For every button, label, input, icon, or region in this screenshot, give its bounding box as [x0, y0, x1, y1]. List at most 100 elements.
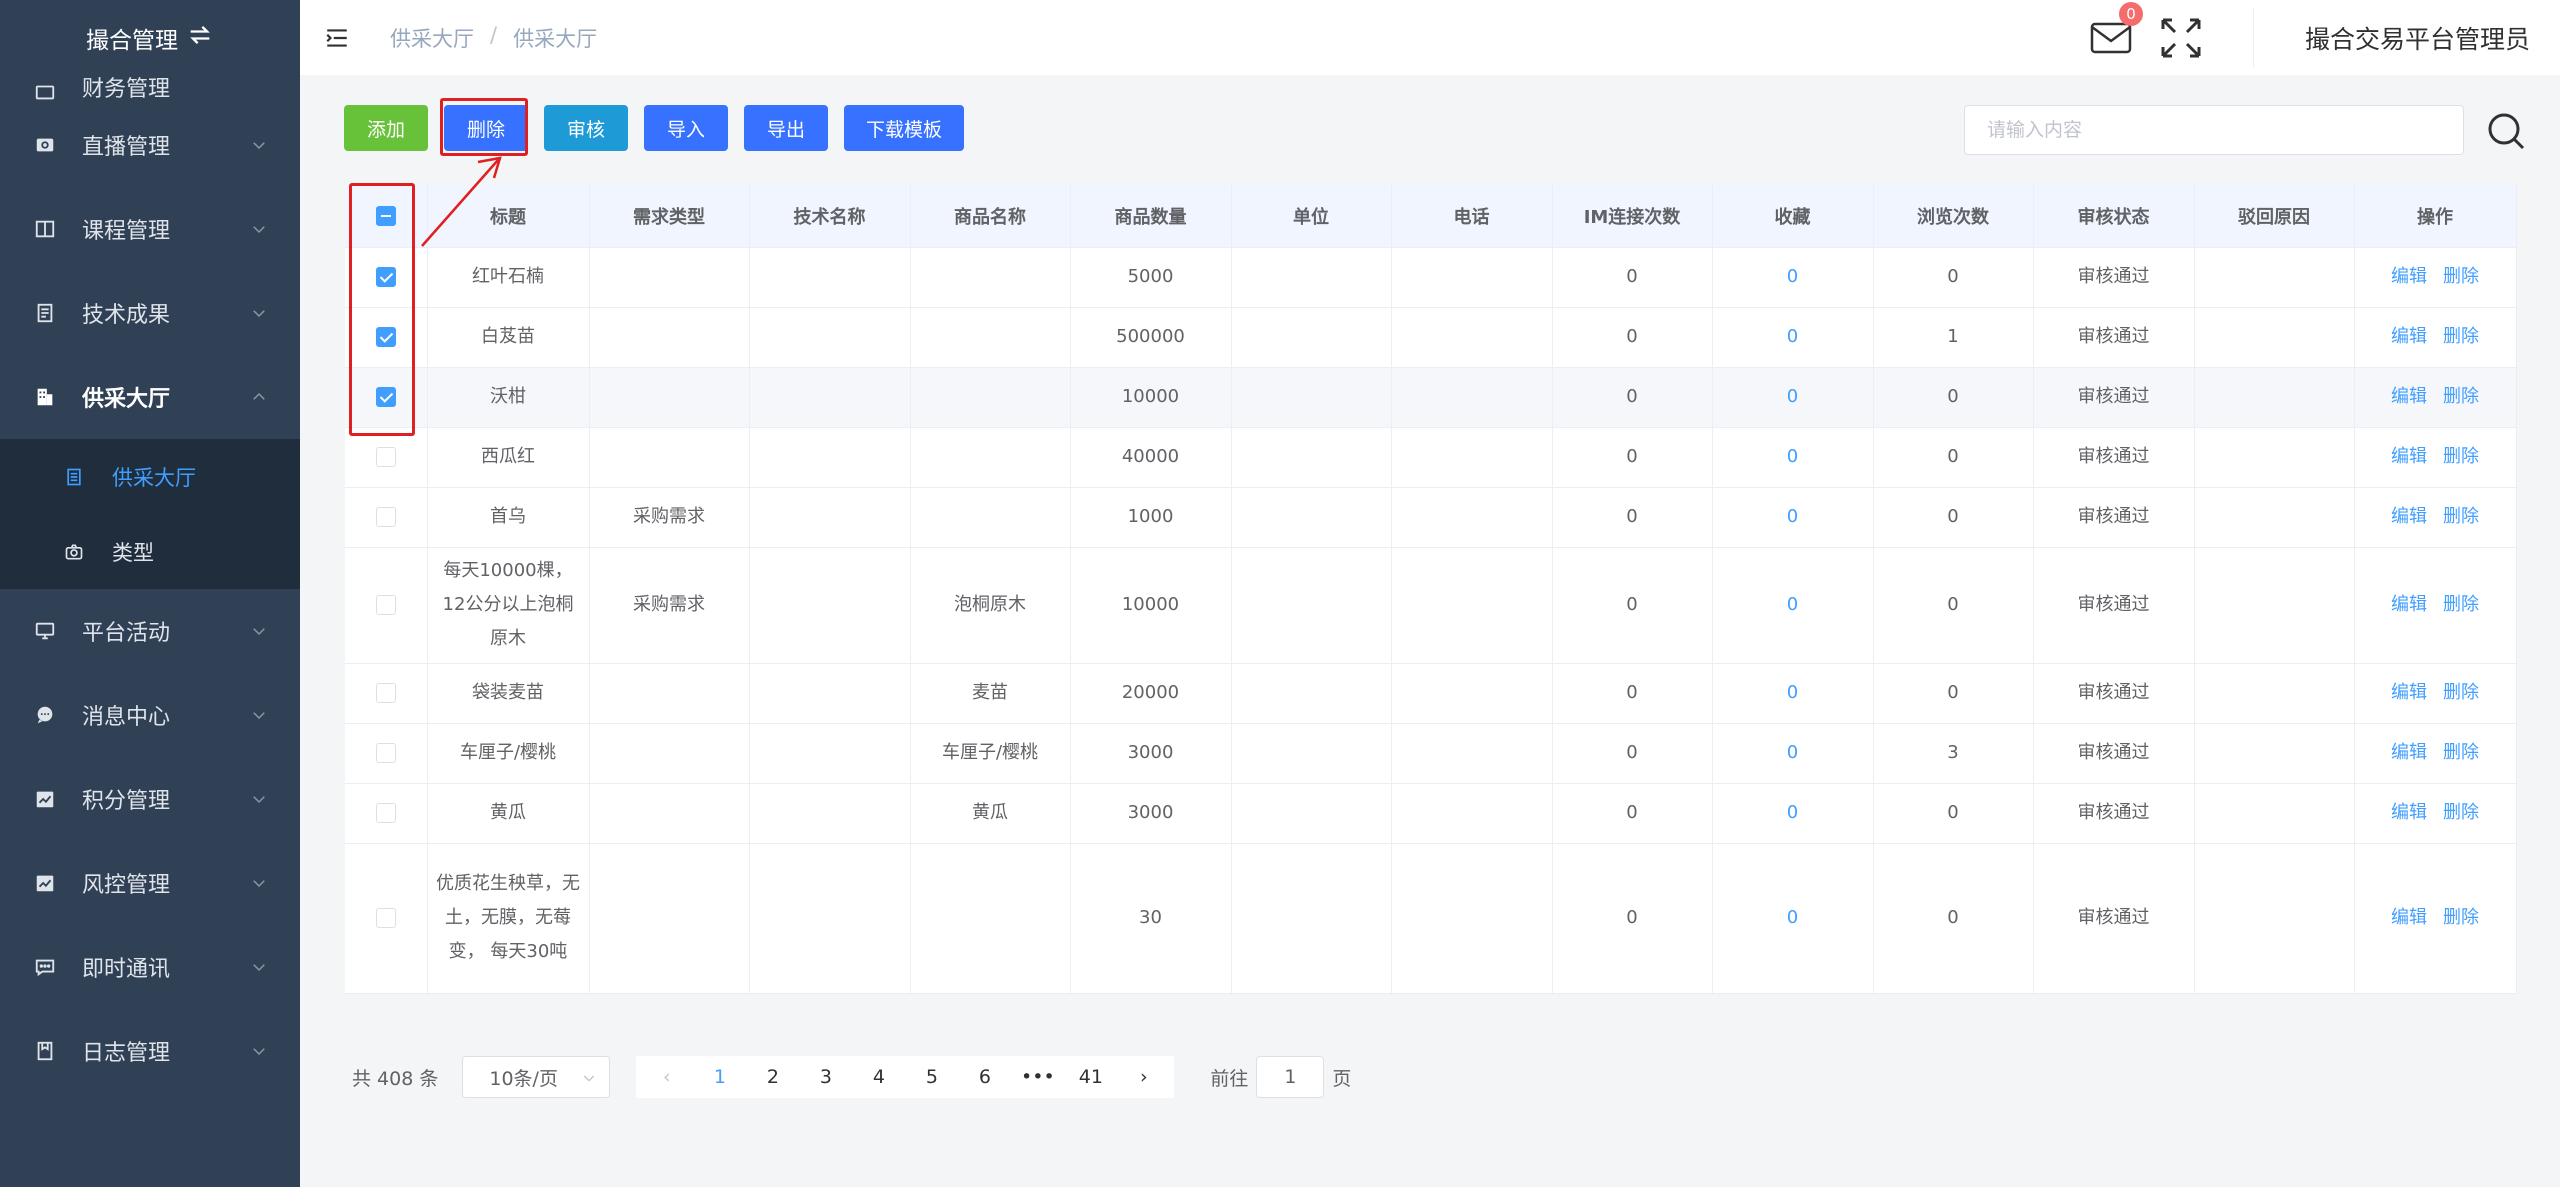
cell-fav[interactable]: 0 [1712, 843, 1874, 994]
next-page-icon[interactable]: › [1117, 1066, 1170, 1088]
delete-link[interactable]: 删除 [2443, 326, 2479, 347]
goto-page-input[interactable] [1256, 1056, 1325, 1098]
sidebar-item-supply-hall[interactable]: 供采大厅 [0, 355, 300, 439]
sidebar-item-im[interactable]: 即时通讯 [0, 925, 300, 1009]
table-row[interactable]: 黄瓜 黄瓜 3000 0 0 0 审核通过 编辑 删除 [345, 783, 2517, 844]
switch-icon[interactable] [186, 21, 214, 55]
edit-link[interactable]: 编辑 [2391, 802, 2427, 823]
cell-status: 审核通过 [2033, 783, 2195, 844]
breadcrumb-item[interactable]: 供采大厅 [390, 23, 474, 53]
cell-fav[interactable]: 0 [1712, 367, 1874, 428]
cell-fav[interactable]: 0 [1712, 663, 1874, 724]
page-number[interactable]: 41 [1064, 1066, 1117, 1088]
submenu-item-supply-hall[interactable]: 供采大厅 [0, 439, 300, 514]
cell-qty: 3000 [1070, 783, 1232, 844]
cell-fav[interactable]: 0 [1712, 783, 1874, 844]
table-row[interactable]: 白芨苗 500000 0 0 1 审核通过 编辑 删除 [345, 307, 2517, 368]
edit-link[interactable]: 编辑 [2391, 682, 2427, 703]
sidebar-item-label: 日志管理 [82, 1041, 171, 1066]
cell-fav[interactable]: 0 [1712, 487, 1874, 548]
page-number[interactable]: 2 [746, 1066, 799, 1088]
table-row[interactable]: 首乌 采购需求 1000 0 0 0 审核通过 编辑 删除 [345, 487, 2517, 548]
row-select-cell [345, 547, 428, 664]
mail-button[interactable]: 0 [2089, 1, 2143, 58]
delete-link[interactable]: 删除 [2443, 386, 2479, 407]
admin-name[interactable]: 撮合交易平台管理员 [2305, 20, 2530, 56]
delete-link[interactable]: 删除 [2443, 506, 2479, 527]
download-template-button[interactable]: 下载模板 [844, 105, 964, 151]
edit-link[interactable]: 编辑 [2391, 506, 2427, 527]
hamburger-icon[interactable] [324, 25, 350, 51]
cell-fav[interactable]: 0 [1712, 723, 1874, 784]
delete-link[interactable]: 删除 [2443, 907, 2479, 928]
search-icon[interactable] [2486, 111, 2526, 151]
edit-link[interactable]: 编辑 [2391, 266, 2427, 287]
cell-fav[interactable]: 0 [1712, 307, 1874, 368]
edit-link[interactable]: 编辑 [2391, 742, 2427, 763]
fullscreen-icon[interactable] [2159, 16, 2203, 60]
sidebar-item-tech[interactable]: 技术成果 [0, 271, 300, 355]
row-checkbox[interactable] [375, 743, 396, 763]
table-row[interactable]: 西瓜红 40000 0 0 0 审核通过 编辑 删除 [345, 427, 2517, 488]
edit-link[interactable]: 编辑 [2391, 907, 2427, 928]
row-checkbox[interactable] [375, 507, 396, 527]
delete-link[interactable]: 删除 [2443, 802, 2479, 823]
more-pages[interactable]: ••• [1011, 1066, 1064, 1088]
page-size-select[interactable]: 10条/页 [462, 1056, 611, 1098]
cell-demand [589, 307, 750, 368]
edit-link[interactable]: 编辑 [2391, 446, 2427, 467]
delete-link[interactable]: 删除 [2443, 266, 2479, 287]
cell-title: 每天10000棵，12公分以上泡桐原木 [427, 547, 590, 664]
edit-link[interactable]: 编辑 [2391, 386, 2427, 407]
edit-link[interactable]: 编辑 [2391, 594, 2427, 615]
row-checkbox[interactable] [375, 908, 396, 928]
table-row[interactable]: 优质花生秧草，无土，无膜，无莓变， 每天30吨 30 0 0 0 审核通过 编辑 删除 [345, 843, 2517, 994]
table-row[interactable]: 红叶石楠 5000 0 0 0 审核通过 编辑 删除 [345, 247, 2517, 308]
audit-button[interactable]: 审核 [544, 105, 628, 151]
table-row[interactable]: 沃柑 10000 0 0 0 审核通过 编辑 删除 [345, 367, 2517, 428]
row-checkbox[interactable] [375, 447, 396, 467]
cell-fav[interactable]: 0 [1712, 247, 1874, 308]
row-checkbox[interactable] [375, 595, 396, 615]
sidebar-item-course[interactable]: 课程管理 [0, 187, 300, 271]
avatar[interactable] [2252, 7, 2293, 68]
sidebar-item-points[interactable]: 积分管理 [0, 757, 300, 841]
table-row[interactable]: 车厘子/樱桃 车厘子/樱桃 3000 0 0 3 审核通过 编辑 删除 [345, 723, 2517, 784]
column-header: 电话 [1391, 185, 1553, 248]
search-input[interactable] [1964, 105, 2464, 155]
sidebar-item-activity[interactable]: 平台活动 [0, 589, 300, 673]
cell-demand [589, 247, 750, 308]
page-number[interactable]: 6 [958, 1066, 1011, 1088]
building-icon [34, 386, 56, 408]
table-row[interactable]: 袋装麦苗 麦苗 20000 0 0 0 审核通过 编辑 删除 [345, 663, 2517, 724]
edit-link[interactable]: 编辑 [2391, 326, 2427, 347]
cell-status: 审核通过 [2033, 367, 2195, 428]
sidebar-item-finance[interactable]: 财务管理 [0, 55, 300, 103]
page-number[interactable]: 3 [799, 1066, 852, 1088]
sidebar-item-live[interactable]: 直播管理 [0, 103, 300, 187]
sidebar-item-risk[interactable]: 风控管理 [0, 841, 300, 925]
table-row[interactable]: 每天10000棵，12公分以上泡桐原木 采购需求 泡桐原木 10000 0 0 0 审核通过编… [345, 547, 2517, 664]
submenu-item-type[interactable]: 类型 [0, 514, 300, 589]
cell-fav[interactable]: 0 [1712, 547, 1874, 664]
add-button[interactable]: 添加 [344, 105, 428, 151]
delete-link[interactable]: 删除 [2443, 446, 2479, 467]
page-number[interactable]: 4 [852, 1066, 905, 1088]
cell-im: 0 [1552, 307, 1713, 368]
cell-reason [2194, 367, 2355, 428]
delete-link[interactable]: 删除 [2443, 742, 2479, 763]
cell-fav[interactable]: 0 [1712, 427, 1874, 488]
row-checkbox[interactable] [375, 803, 396, 823]
export-button[interactable]: 导出 [744, 105, 828, 151]
delete-link[interactable]: 删除 [2443, 594, 2479, 615]
sidebar-item-log[interactable]: 日志管理 [0, 1009, 300, 1093]
row-checkbox[interactable] [375, 683, 396, 703]
import-button[interactable]: 导入 [644, 105, 728, 151]
page-number[interactable]: 1 [693, 1066, 746, 1088]
cell-unit [1231, 843, 1392, 994]
cell-reason [2194, 487, 2355, 548]
delete-link[interactable]: 删除 [2443, 682, 2479, 703]
prev-page-icon[interactable]: ‹ [640, 1066, 693, 1088]
sidebar-item-message-center[interactable]: 消息中心 [0, 673, 300, 757]
page-number[interactable]: 5 [905, 1066, 958, 1088]
